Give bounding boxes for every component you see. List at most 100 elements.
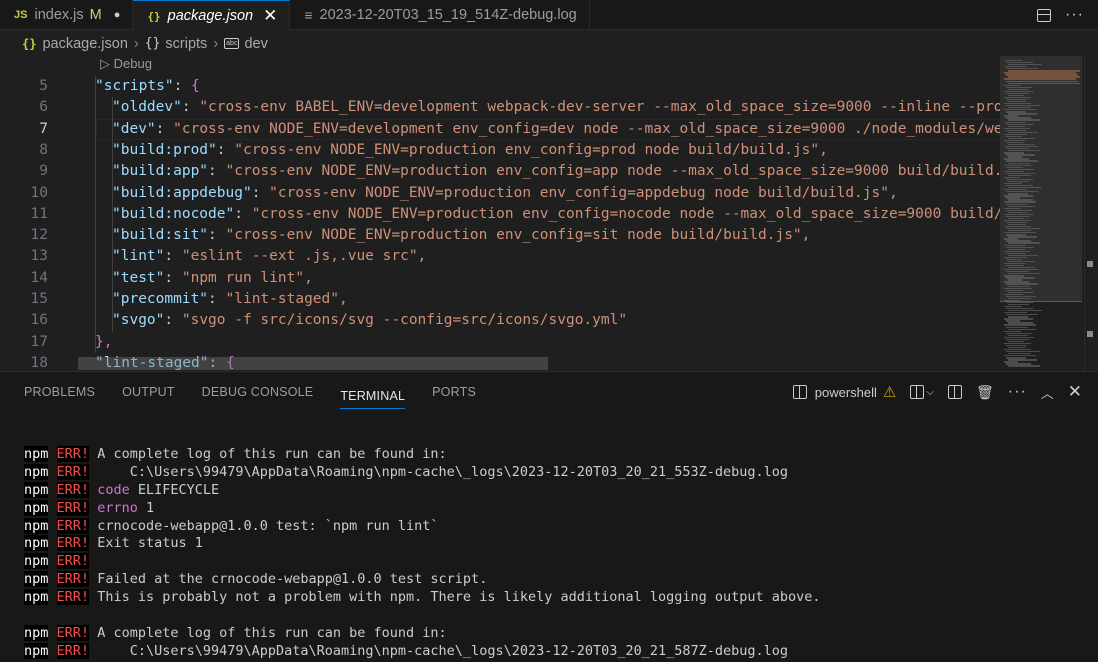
new-terminal-icon[interactable] <box>910 385 925 399</box>
debug-codelens[interactable]: ▷ Debug <box>100 56 152 76</box>
breadcrumb-item-file[interactable]: package.json <box>42 36 127 52</box>
chevron-right-icon: › <box>213 35 219 52</box>
line-number: 14 <box>30 269 48 286</box>
terminal-line: npm ERR! crnocode-webapp@1.0.0 test: `np… <box>24 517 439 534</box>
line-number: 16 <box>30 312 48 329</box>
line-number: 6 <box>39 99 48 116</box>
line-number: 12 <box>30 227 48 244</box>
panel-actions: powershell ⚠ ⌵ 🗑 ··· ︿ ✕ <box>792 372 1082 412</box>
object-icon: {} <box>144 36 161 51</box>
line-number: 18 <box>30 354 48 371</box>
terminal-line: npm ERR! C:\Users\99479\AppData\Roaming\… <box>24 642 789 659</box>
tab-label: 2023-12-20T03_15_19_514Z-debug.log <box>319 7 577 23</box>
code-text: "dev": "cross-env NODE_ENV=development e… <box>112 120 1000 137</box>
line-number: 17 <box>30 333 48 350</box>
code-line[interactable]: 17}, <box>0 332 1000 353</box>
code-line[interactable]: 7 "dev": "cross-env NODE_ENV=development … <box>0 118 1000 140</box>
chevron-right-icon: › <box>133 35 139 52</box>
code-text: "build:prod": "cross-env NODE_ENV=produc… <box>112 141 828 158</box>
tab-terminal[interactable]: TERMINAL <box>340 376 406 409</box>
bottom-panel: PROBLEMS OUTPUT DEBUG CONSOLE TERMINAL P… <box>0 371 1098 662</box>
vertical-scrollbar[interactable] <box>1084 56 1098 371</box>
split-terminal-icon[interactable] <box>947 385 962 399</box>
tab-label: package.json <box>167 8 254 24</box>
tab-label: index.js <box>34 7 84 23</box>
line-number: 10 <box>30 184 48 201</box>
code-line[interactable]: 14 "test": "npm run lint", <box>0 268 1000 289</box>
terminal-line: npm ERR! <box>24 553 90 570</box>
terminal-panel-icon[interactable] <box>792 385 807 399</box>
warning-icon[interactable]: ⚠ <box>883 383 896 401</box>
tab-package-json[interactable]: {} package.json ✕ <box>133 0 291 31</box>
split-editor-icon[interactable] <box>1037 8 1052 22</box>
terminal-line: npm ERR! This is probably not a problem … <box>24 589 821 606</box>
line-number: 11 <box>30 205 48 222</box>
code-line[interactable]: 13 "lint": "eslint --ext .js,.vue src", <box>0 246 1000 267</box>
indent-guide <box>112 97 113 332</box>
tab-debug-console[interactable]: DEBUG CONSOLE <box>202 372 314 412</box>
terminal-line: npm ERR! code ELIFECYCLE <box>24 481 220 498</box>
code-text: }, <box>95 333 113 350</box>
code-text: "svgo": "svgo -f src/icons/svg --config=… <box>112 312 628 329</box>
unsaved-dot-icon[interactable]: ● <box>114 9 121 21</box>
close-panel-icon[interactable]: ✕ <box>1068 382 1082 402</box>
code-line[interactable]: 10 "build:appdebug": "cross-env NODE_ENV=… <box>0 183 1000 204</box>
code-text: "build:appdebug": "cross-env NODE_ENV=pr… <box>112 184 898 201</box>
code-line[interactable]: 15 "precommit": "lint-staged", <box>0 289 1000 310</box>
line-number: 5 <box>39 78 48 94</box>
indent-guide <box>95 76 96 353</box>
minimap[interactable] <box>1000 56 1098 371</box>
horizontal-scrollbar[interactable] <box>78 357 548 370</box>
terminal-line: npm ERR! C:\Users\99479\AppData\Roaming\… <box>24 463 789 480</box>
code-text: "lint": "eslint --ext .js,.vue src", <box>112 248 427 265</box>
tab-debug-log[interactable]: ≡ 2023-12-20T03_15_19_514Z-debug.log <box>290 0 590 30</box>
code-text: "scripts": { <box>95 78 200 94</box>
terminal-line: npm ERR! Exit status 1 <box>24 535 203 552</box>
editor-tab-bar: JS index.js M ● {} package.json ✕ ≡ 2023… <box>0 0 1098 31</box>
trash-icon[interactable]: 🗑 <box>976 384 994 401</box>
code-text: "olddev": "cross-env BABEL_ENV=developme… <box>112 99 1000 116</box>
code-line[interactable]: 6 "olddev": "cross-env BABEL_ENV=developm… <box>0 97 1000 118</box>
more-actions-icon[interactable]: ··· <box>1008 383 1027 401</box>
code-text: "precommit": "lint-staged", <box>112 291 348 307</box>
log-file-icon: ≡ <box>304 7 313 23</box>
code-editor[interactable]: ▷ Debug 5 "scripts": { 6 "olddev": "cross-e… <box>0 56 1000 371</box>
terminal-line: npm ERR! errno 1 <box>24 499 155 516</box>
code-line[interactable]: 8 "build:prod": "cross-env NODE_ENV=produ… <box>0 140 1000 161</box>
code-text: "build:nocode": "cross-env NODE_ENV=prod… <box>112 205 1000 222</box>
line-number: 7 <box>39 120 48 137</box>
line-number: 15 <box>30 291 48 307</box>
code-line[interactable]: 9 "build:app": "cross-env NODE_ENV=produc… <box>0 161 1000 182</box>
play-icon: ▷ <box>100 56 110 71</box>
tab-output[interactable]: OUTPUT <box>122 372 175 412</box>
json-file-icon: {} <box>22 36 37 51</box>
code-text: "test": "npm run lint", <box>112 269 313 286</box>
code-line[interactable]: 11 "build:nocode": "cross-env NODE_ENV=pr… <box>0 204 1000 225</box>
tab-problems[interactable]: PROBLEMS <box>24 372 95 412</box>
close-icon[interactable]: ✕ <box>263 6 277 26</box>
breadcrumb-item-scripts[interactable]: scripts <box>165 36 207 52</box>
modified-indicator: M <box>89 7 102 23</box>
string-property-icon: abc <box>224 38 240 49</box>
json-file-icon: {} <box>147 9 161 23</box>
code-text: "build:sit": "cross-env NODE_ENV=product… <box>112 227 811 244</box>
code-line[interactable]: 16 "svgo": "svgo -f src/icons/svg --confi… <box>0 310 1000 331</box>
tab-index-js[interactable]: JS index.js M ● <box>0 0 134 30</box>
line-number: 8 <box>39 141 48 158</box>
line-number: 9 <box>39 163 48 180</box>
code-line[interactable]: 12 "build:sit": "cross-env NODE_ENV=produ… <box>0 225 1000 246</box>
code-line[interactable]: 5 "scripts": { <box>0 76 1000 97</box>
tab-ports[interactable]: PORTS <box>432 372 476 412</box>
terminal-shell-label[interactable]: powershell <box>815 385 877 400</box>
minimap-line <box>1008 365 1041 367</box>
breadcrumb-item-dev[interactable]: dev <box>244 36 267 52</box>
maximize-panel-icon[interactable]: ︿ <box>1041 383 1054 402</box>
breadcrumb: {} package.json › {} scripts › abc dev <box>0 31 1098 56</box>
terminal-line: npm ERR! A complete log of this run can … <box>24 446 447 462</box>
javascript-file-icon: JS <box>14 9 28 21</box>
terminal-output[interactable]: npm ERR! A complete log of this run can … <box>24 446 821 661</box>
code-text: "build:app": "cross-env NODE_ENV=product… <box>112 163 1000 180</box>
chevron-down-icon[interactable]: ⌵ <box>926 387 934 398</box>
more-actions-icon[interactable]: ··· <box>1065 6 1084 24</box>
